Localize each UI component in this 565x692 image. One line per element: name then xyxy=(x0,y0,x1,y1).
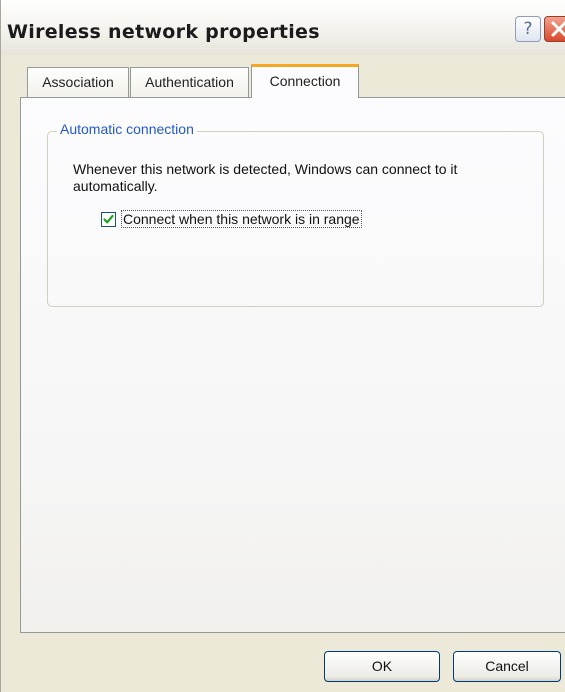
window-title: Wireless network properties xyxy=(7,21,320,43)
help-button[interactable]: ? xyxy=(515,16,541,42)
title-bar[interactable]: Wireless network properties ? xyxy=(1,0,565,55)
tab-authentication[interactable]: Authentication xyxy=(130,67,249,97)
automatic-connection-group: Automatic connection Whenever this netwo… xyxy=(47,121,544,307)
checkbox-label[interactable]: Connect when this network is in range xyxy=(121,210,362,228)
ok-button[interactable]: OK xyxy=(324,651,440,682)
close-button[interactable] xyxy=(544,16,565,42)
tab-association[interactable]: Association xyxy=(27,67,129,97)
tab-label: Connection xyxy=(269,73,341,89)
close-icon xyxy=(551,21,565,37)
dialog-window: Wireless network properties ? Associatio… xyxy=(0,0,565,692)
tab-panel-connection: Automatic connection Whenever this netwo… xyxy=(20,97,565,633)
cancel-button[interactable]: Cancel xyxy=(453,651,561,682)
tab-label: Association xyxy=(42,74,114,90)
check-icon xyxy=(103,214,114,224)
connect-in-range-checkbox[interactable] xyxy=(101,212,116,227)
group-description: Whenever this network is detected, Windo… xyxy=(73,161,458,194)
group-label: Automatic connection xyxy=(57,121,197,137)
tab-connection[interactable]: Connection xyxy=(251,64,359,98)
tab-label: Authentication xyxy=(145,74,234,90)
help-icon: ? xyxy=(523,19,533,39)
